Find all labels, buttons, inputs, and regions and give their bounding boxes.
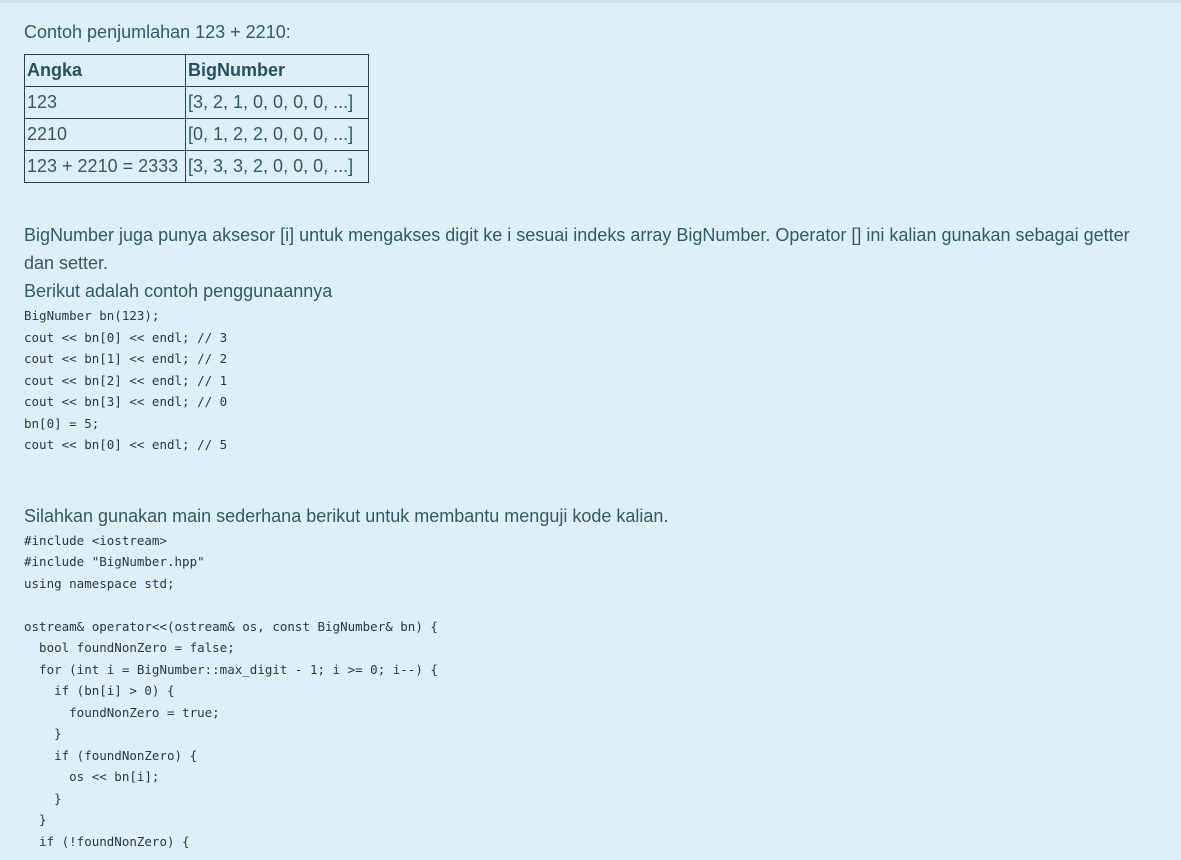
- table-cell: 123: [24, 86, 186, 119]
- accessor-paragraph: BigNumber juga punya aksesor [i] untuk m…: [24, 225, 1130, 273]
- table-row: 123 [3, 2, 1, 0, 0, 0, 0, ...]: [24, 86, 369, 119]
- table-header-cell: Angka: [24, 54, 186, 87]
- top-border: [0, 0, 1181, 3]
- bignumber-table: Angka BigNumber 123 [3, 2, 1, 0, 0, 0, 0…: [24, 54, 369, 183]
- table-header-row: Angka BigNumber: [24, 54, 369, 87]
- table-cell: [3, 2, 1, 0, 0, 0, 0, ...]: [185, 86, 369, 119]
- main-paragraph: Silahkan gunakan main sederhana berikut …: [24, 505, 669, 526]
- table-header-cell: BigNumber: [185, 54, 369, 87]
- content-area: Contoh penjumlahan 123 + 2210: Angka Big…: [24, 18, 1164, 852]
- table-row: 2210 [0, 1, 2, 2, 0, 0, 0, ...]: [24, 118, 369, 151]
- table-cell: [3, 3, 3, 2, 0, 0, 0, ...]: [185, 150, 369, 183]
- table-cell: 2210: [24, 118, 186, 151]
- intro-text: Contoh penjumlahan 123 + 2210:: [24, 22, 291, 42]
- code-block-main: #include <iostream> #include "BigNumber.…: [24, 532, 438, 849]
- table-cell: [0, 1, 2, 2, 0, 0, 0, ...]: [185, 118, 369, 151]
- table-row: 123 + 2210 = 2333 [3, 3, 3, 2, 0, 0, 0, …: [24, 150, 369, 183]
- example-paragraph: Berikut adalah contoh penggunaannya: [24, 281, 333, 301]
- table-cell: 123 + 2210 = 2333: [24, 150, 186, 183]
- code-block-example: BigNumber bn(123); cout << bn[0] << endl…: [24, 308, 228, 452]
